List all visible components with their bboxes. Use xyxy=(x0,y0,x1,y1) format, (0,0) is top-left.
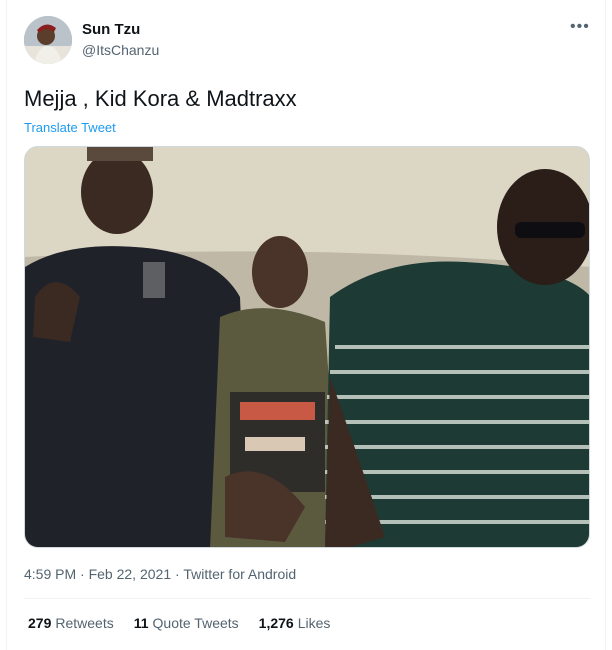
divider xyxy=(24,598,590,599)
quotes-count: 11 xyxy=(133,615,149,631)
tweet-time[interactable]: 4:59 PM xyxy=(24,566,76,582)
quote-tweets-stat[interactable]: 11 Quote Tweets xyxy=(134,615,239,631)
retweets-stat[interactable]: 279 Retweets xyxy=(28,615,114,631)
likes-label: Likes xyxy=(297,615,331,631)
retweets-label: Retweets xyxy=(55,615,114,631)
likes-count: 1,276 xyxy=(258,615,294,631)
author-name[interactable]: Sun Tzu xyxy=(82,21,140,38)
engagement-stats: 279 Retweets 11 Quote Tweets 1,276 Likes xyxy=(28,615,330,631)
quotes-label: Quote Tweets xyxy=(152,615,239,631)
tweet-photo[interactable] xyxy=(24,146,590,548)
photo-illustration xyxy=(25,147,589,547)
tweet-source[interactable]: Twitter for Android xyxy=(183,566,296,582)
meta-separator: · xyxy=(80,566,89,582)
likes-stat[interactable]: 1,276 Likes xyxy=(259,615,331,631)
author-handle[interactable]: @ItsChanzu xyxy=(82,42,159,58)
tweet-text: Mejja , Kid Kora & Madtraxx xyxy=(24,86,297,111)
more-options-icon[interactable]: ••• xyxy=(570,18,590,36)
avatar[interactable] xyxy=(24,16,72,64)
tweet-meta: 4:59 PM · Feb 22, 2021 · Twitter for And… xyxy=(24,566,296,582)
avatar-image xyxy=(24,16,72,64)
retweets-count: 279 xyxy=(28,615,52,631)
tweet-date[interactable]: Feb 22, 2021 xyxy=(89,566,172,582)
translate-tweet-link[interactable]: Translate Tweet xyxy=(24,120,116,135)
